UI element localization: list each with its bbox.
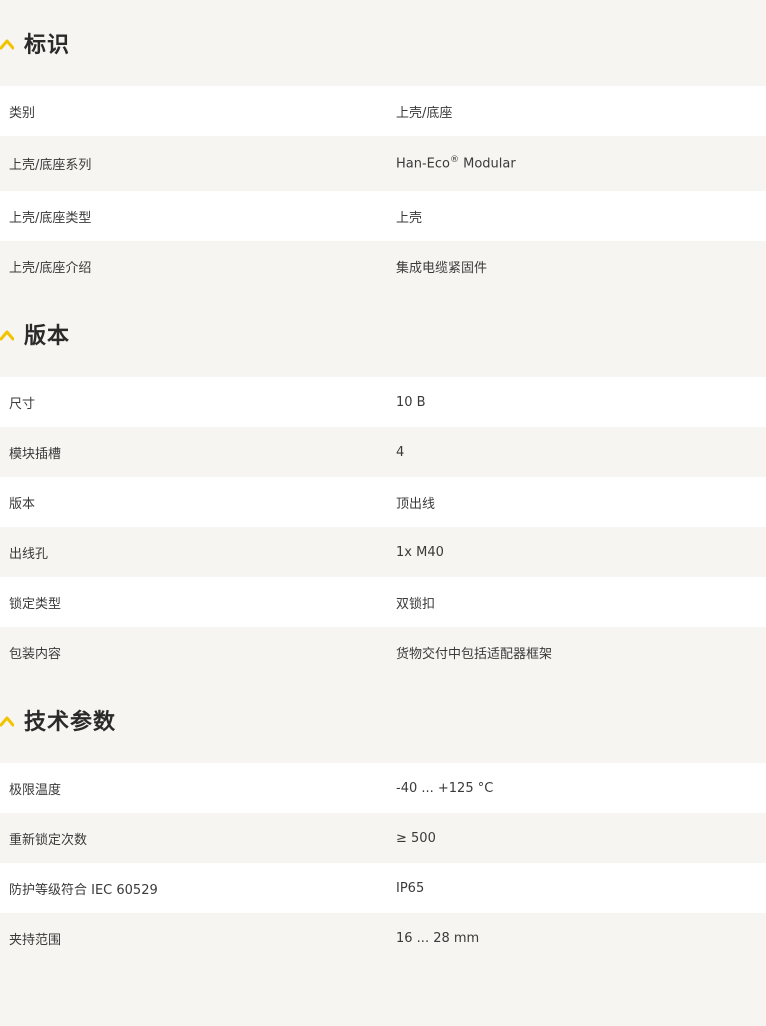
spec-label: 上壳/底座类型 [9, 210, 92, 226]
spec-value: 上壳/底座 [396, 105, 453, 121]
section-title: 标识 [24, 33, 71, 58]
spec-value: 上壳 [396, 210, 423, 226]
chevron-up-icon [0, 39, 14, 50]
spec-label: 夹持范围 [9, 932, 62, 948]
spec-value-suffix: Modular [459, 156, 516, 172]
spec-row: 重新锁定次数 ≥ 500 [0, 813, 766, 863]
spec-value: 4 [396, 444, 405, 460]
section-footer-space [0, 963, 766, 997]
registered-mark: ® [450, 155, 459, 166]
spec-row: 类别 上壳/底座 [0, 86, 766, 136]
spec-row: 模块插槽 4 [0, 427, 766, 477]
spec-value: 1x M40 [396, 544, 444, 560]
spec-row: 版本 顶出线 [0, 477, 766, 527]
spec-value: 货物交付中包括适配器框架 [396, 646, 553, 662]
section-identification: 标识 类别 上壳/底座 上壳/底座系列 Han-Eco® Modular 上壳/… [0, 0, 766, 291]
section-technical-data: 技术参数 极限温度 -40 ... +125 °C 重新锁定次数 ≥ 500 防… [0, 677, 766, 997]
spec-label: 锁定类型 [9, 596, 62, 612]
spec-row: 尺寸 10 B [0, 377, 766, 427]
section-title: 版本 [24, 324, 71, 349]
spec-label: 防护等级符合 IEC 60529 [9, 882, 158, 898]
spec-row: 上壳/底座系列 Han-Eco® Modular [0, 136, 766, 191]
spec-label: 包装内容 [9, 646, 62, 662]
spec-row: 出线孔 1x M40 [0, 527, 766, 577]
spec-row: 夹持范围 16 ... 28 mm [0, 913, 766, 963]
spec-row: 极限温度 -40 ... +125 °C [0, 763, 766, 813]
spec-value: -40 ... +125 °C [396, 780, 494, 796]
spec-row: 上壳/底座类型 上壳 [0, 191, 766, 241]
spec-value: 16 ... 28 mm [396, 930, 480, 946]
spec-label: 模块插槽 [9, 446, 62, 462]
chevron-up-icon [0, 716, 14, 727]
section-header[interactable]: 标识 [0, 0, 766, 86]
spec-value: Han-Eco® Modular [387, 155, 516, 171]
section-header[interactable]: 技术参数 [0, 677, 766, 763]
spec-value: ≥ 500 [396, 830, 436, 846]
spec-label: 类别 [9, 105, 36, 121]
spec-label: 出线孔 [9, 546, 49, 562]
spec-value: 顶出线 [396, 496, 436, 512]
section-header[interactable]: 版本 [0, 291, 766, 377]
spec-label: 上壳/底座系列 [9, 158, 92, 173]
spec-label: 极限温度 [9, 782, 62, 798]
spec-value: 集成电缆紧固件 [396, 260, 488, 276]
spec-value-text: Han-Eco [396, 156, 450, 172]
spec-value: 10 B [396, 394, 426, 410]
spec-label: 上壳/底座介绍 [9, 260, 92, 276]
section-version: 版本 尺寸 10 B 模块插槽 4 版本 顶出线 出线孔 1x M40 锁定类型… [0, 291, 766, 677]
spec-value: 双锁扣 [396, 596, 436, 612]
spec-row: 防护等级符合 IEC 60529 IP65 [0, 863, 766, 913]
spec-row: 锁定类型 双锁扣 [0, 577, 766, 627]
chevron-up-icon [0, 330, 14, 341]
spec-label: 重新锁定次数 [9, 832, 88, 848]
section-title: 技术参数 [24, 710, 117, 735]
spec-row: 包装内容 货物交付中包括适配器框架 [0, 627, 766, 677]
spec-value: IP65 [396, 880, 425, 896]
product-specifications: 标识 类别 上壳/底座 上壳/底座系列 Han-Eco® Modular 上壳/… [0, 0, 766, 1026]
spec-row: 上壳/底座介绍 集成电缆紧固件 [0, 241, 766, 291]
spec-label: 尺寸 [9, 396, 36, 412]
spec-label: 版本 [9, 496, 36, 512]
